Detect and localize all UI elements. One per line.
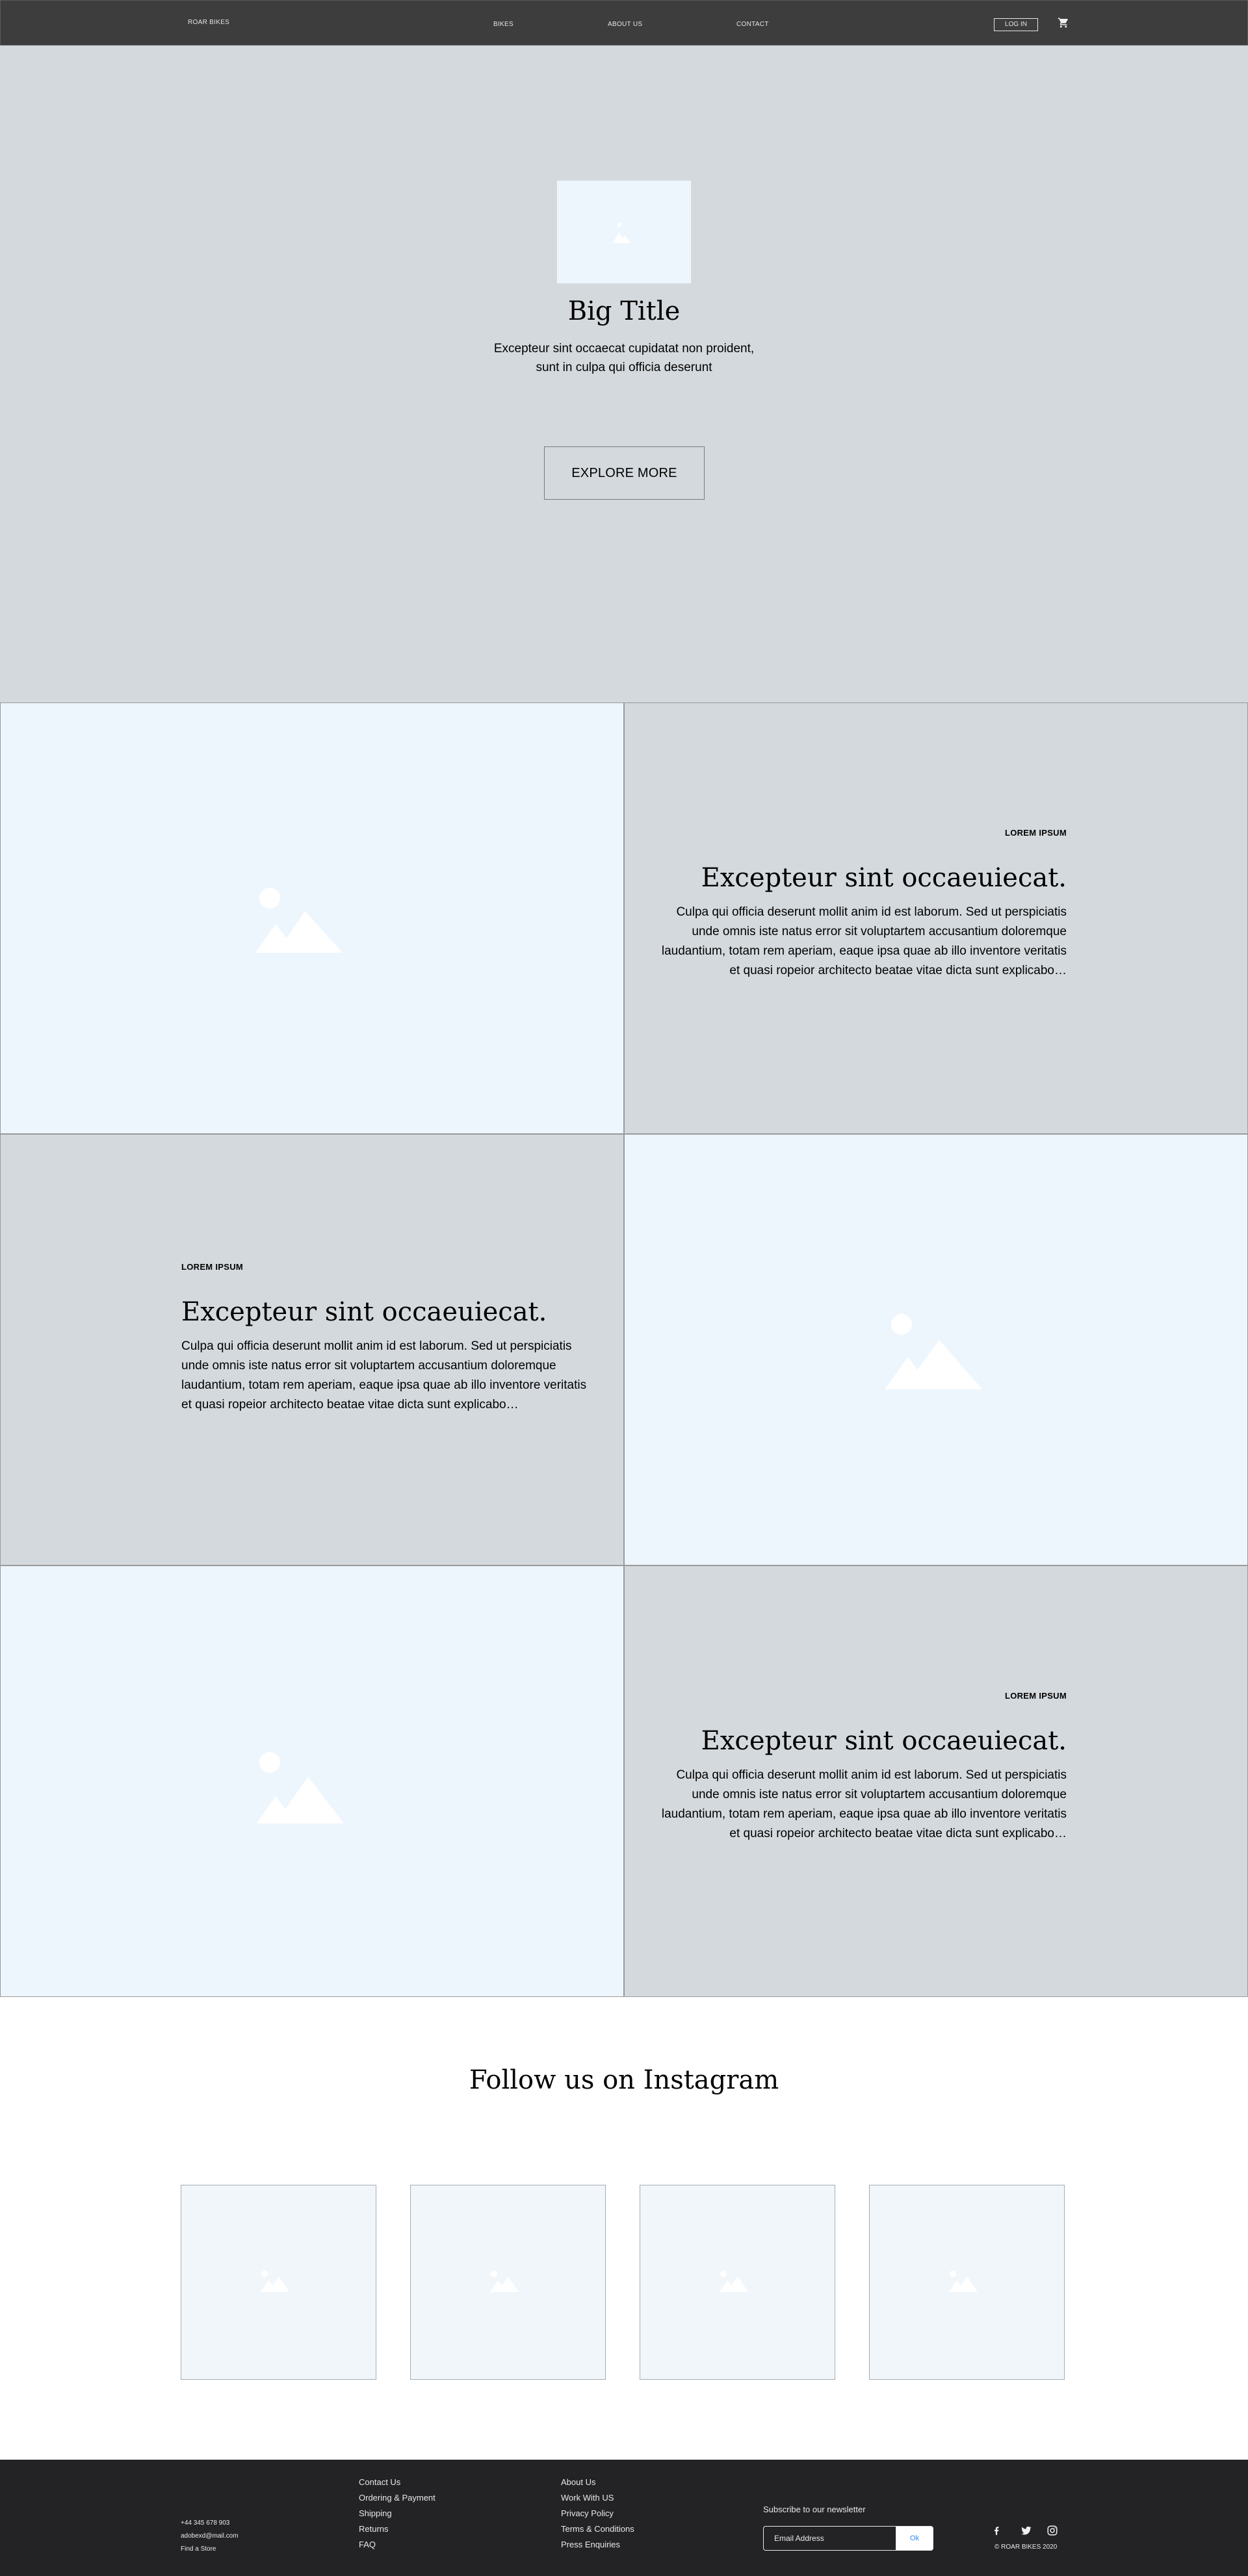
feature-row-1: LOREM IPSUM Excepteur sint occaeuiecat. …	[0, 702, 1248, 1134]
copyright-text: © ROAR BIKES 2020	[994, 2544, 1058, 2551]
feature-image-2	[624, 1134, 1248, 1565]
newsletter-submit-button[interactable]: Ok	[896, 2526, 933, 2551]
instagram-tile-1[interactable]	[181, 2185, 376, 2380]
hero-title: Big Title	[567, 296, 681, 326]
feature-heading: Excepteur sint occaeuiecat.	[181, 1297, 547, 1327]
brand-logo[interactable]: ROAR BIKES	[188, 19, 229, 26]
footer-link-shipping[interactable]: Shipping	[359, 2506, 436, 2521]
instagram-title: Follow us on Instagram	[469, 2065, 779, 2095]
feature-body: Culpa qui officia deserunt mollit anim i…	[661, 1768, 1067, 1840]
feature-body: Culpa qui officia deserunt mollit anim i…	[181, 1339, 587, 1411]
login-button[interactable]: LOG IN	[994, 18, 1038, 31]
feature-row-2: LOREM IPSUM Excepteur sint occaeuiecat. …	[0, 1134, 1248, 1565]
hero-section: Big Title Excepteur sint occaecat cupida…	[0, 45, 1248, 702]
footer-link-ordering-payment[interactable]: Ordering & Payment	[359, 2490, 436, 2506]
footer-contact: +44 345 678 903 adobexd@mail.com Find a …	[181, 2517, 239, 2556]
feature-heading: Excepteur sint occaeuiecat.	[701, 863, 1067, 893]
instagram-tile-3[interactable]	[640, 2185, 835, 2380]
feature-heading: Excepteur sint occaeuiecat.	[701, 1726, 1067, 1756]
nav-link-bikes[interactable]: BIKES	[493, 21, 514, 28]
footer-link-work-with-us[interactable]: Work With US	[561, 2490, 634, 2506]
feature-kicker: LOREM IPSUM	[1004, 1691, 1067, 1701]
feature-text-panel-1: LOREM IPSUM Excepteur sint occaeuiecat. …	[624, 702, 1248, 1134]
newsletter-label: Subscribe to our newsletter	[763, 2505, 866, 2514]
nav-link-about-us[interactable]: ABOUT US	[608, 21, 642, 28]
top-navbar: ROAR BIKES BIKES ABOUT US CONTACT LOG IN	[0, 0, 1248, 45]
feature-image-3	[0, 1565, 624, 1997]
site-footer: +44 345 678 903 adobexd@mail.com Find a …	[0, 2460, 1248, 2576]
explore-more-button[interactable]: EXPLORE MORE	[544, 446, 705, 500]
newsletter-email-input[interactable]	[763, 2526, 896, 2551]
footer-email[interactable]: adobexd@mail.com	[181, 2530, 239, 2543]
feature-image-1	[0, 702, 624, 1134]
feature-kicker: LOREM IPSUM	[181, 1262, 244, 1272]
footer-link-contact-us[interactable]: Contact Us	[359, 2475, 436, 2490]
footer-link-privacy-policy[interactable]: Privacy Policy	[561, 2506, 634, 2521]
instagram-tile-4[interactable]	[869, 2185, 1065, 2380]
image-placeholder-icon	[257, 1752, 344, 1823]
image-placeholder-icon	[885, 1314, 982, 1389]
feature-text-2: LOREM IPSUM Excepteur sint occaeuiecat. …	[181, 1262, 597, 1415]
feature-text-panel-3: LOREM IPSUM Excepteur sint occaeuiecat. …	[624, 1565, 1248, 1997]
cart-icon[interactable]	[1058, 17, 1069, 29]
feature-text-panel-2: LOREM IPSUM Excepteur sint occaeuiecat. …	[0, 1134, 624, 1565]
footer-links-company: About Us Work With US Privacy Policy Ter…	[561, 2475, 634, 2553]
footer-link-terms-conditions[interactable]: Terms & Conditions	[561, 2521, 634, 2537]
footer-find-store-link[interactable]: Find a Store	[181, 2543, 239, 2556]
image-placeholder-icon	[255, 888, 343, 953]
footer-phone[interactable]: +44 345 678 903	[181, 2517, 239, 2530]
feature-kicker: LOREM IPSUM	[1004, 828, 1067, 838]
footer-link-faq[interactable]: FAQ	[359, 2537, 436, 2553]
instagram-tile-2[interactable]	[410, 2185, 606, 2380]
nav-link-contact[interactable]: CONTACT	[736, 21, 769, 28]
feature-text-3: LOREM IPSUM Excepteur sint occaeuiecat. …	[651, 1691, 1067, 1844]
feature-text-1: LOREM IPSUM Excepteur sint occaeuiecat. …	[651, 828, 1067, 981]
image-placeholder-icon	[949, 2271, 978, 2292]
image-placeholder-icon	[720, 2271, 748, 2292]
feature-row-3: LOREM IPSUM Excepteur sint occaeuiecat. …	[0, 1565, 1248, 1997]
footer-link-about-us[interactable]: About Us	[561, 2475, 634, 2490]
image-placeholder-icon	[490, 2271, 519, 2292]
hero-image-placeholder	[557, 181, 691, 283]
twitter-icon[interactable]	[1020, 2525, 1032, 2536]
footer-link-returns[interactable]: Returns	[359, 2521, 436, 2537]
feature-body: Culpa qui officia deserunt mollit anim i…	[661, 905, 1067, 977]
footer-link-press-enquiries[interactable]: Press Enquiries	[561, 2537, 634, 2553]
instagram-icon[interactable]	[1046, 2525, 1058, 2536]
facebook-icon[interactable]	[991, 2525, 1002, 2536]
image-placeholder-icon	[261, 2271, 289, 2292]
image-placeholder-icon	[613, 223, 630, 243]
hero-subtitle: Excepteur sint occaecat cupidatat non pr…	[493, 342, 755, 374]
footer-links-support: Contact Us Ordering & Payment Shipping R…	[359, 2475, 436, 2553]
